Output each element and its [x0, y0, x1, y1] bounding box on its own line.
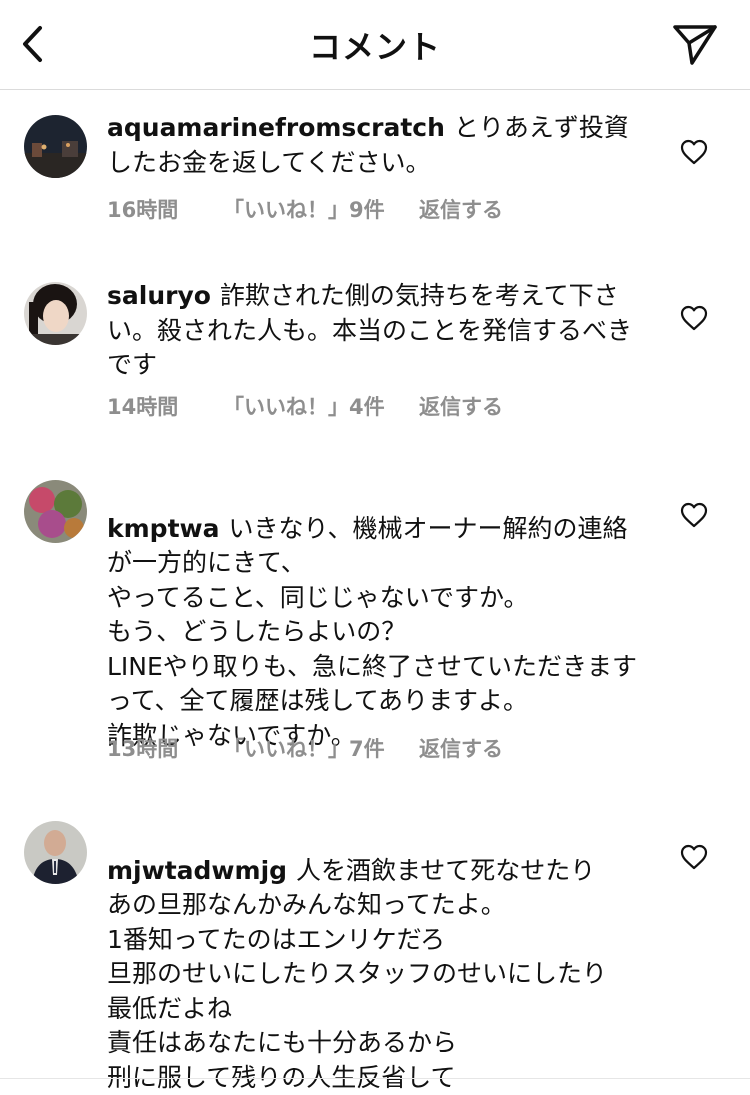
avatar[interactable] — [24, 480, 87, 543]
comment-time: 16時間 — [107, 198, 179, 222]
like-button[interactable] — [676, 135, 712, 169]
comment-username[interactable]: mjwtadwmjg — [107, 856, 287, 885]
comment-time: 13時間 — [107, 737, 179, 761]
share-button[interactable] — [668, 20, 722, 70]
reply-button[interactable]: 返信する — [419, 391, 503, 421]
like-button[interactable] — [676, 498, 712, 532]
heart-icon — [680, 502, 708, 528]
avatar[interactable] — [24, 821, 87, 884]
chevron-left-icon — [23, 26, 42, 62]
reply-button[interactable]: 返信する — [419, 733, 503, 763]
comment-body: saluryo 詐欺された側の気持ちを考えて下さい。殺された人も。本当のことを発信… — [107, 279, 647, 383]
heart-icon — [680, 844, 708, 870]
comment-meta: 14時間 「いいね！」4件 返信する — [107, 391, 503, 421]
comment-body: kmptwa いきなり、機械オーナー解約の連絡が一方的にきて、 やってること、同じ… — [107, 477, 647, 753]
comment-text: 人を酒飲ませて死なせたり あの旦那なんかみんな知ってたよ。 1番知ってたのはエン… — [107, 855, 608, 1092]
comment-time: 14時間 — [107, 395, 179, 419]
header-bar: コメント — [0, 0, 750, 90]
like-button[interactable] — [676, 301, 712, 335]
comment-username[interactable]: kmptwa — [107, 514, 220, 543]
comment-likes[interactable]: 「いいね！」7件 — [223, 733, 419, 763]
comment-likes[interactable]: 「いいね！」9件 — [223, 194, 419, 224]
comment-username[interactable]: aquamarinefromscratch — [107, 113, 445, 142]
comment-likes[interactable]: 「いいね！」4件 — [223, 391, 419, 421]
comment-body: mjwtadwmjg 人を酒飲ませて死なせたり あの旦那なんかみんな知ってたよ。 … — [107, 819, 647, 1095]
reply-button[interactable]: 返信する — [419, 194, 503, 224]
comment-username[interactable]: saluryo — [107, 281, 211, 310]
comment-meta: 13時間 「いいね！」7件 返信する — [107, 733, 503, 763]
heart-icon — [680, 139, 708, 165]
page-title: コメント — [308, 28, 441, 66]
paper-plane-icon — [673, 25, 717, 65]
back-button[interactable] — [14, 22, 50, 66]
avatar[interactable] — [24, 115, 87, 178]
heart-icon — [680, 305, 708, 331]
avatar[interactable] — [24, 282, 87, 345]
like-button[interactable] — [676, 840, 712, 874]
comment-meta: 16時間 「いいね！」9件 返信する — [107, 194, 503, 224]
comment-body: aquamarinefromscratch とりあえず投資したお金を返してください… — [107, 111, 647, 180]
divider — [0, 1078, 750, 1079]
comment-text: いきなり、機械オーナー解約の連絡が一方的にきて、 やってること、同じじゃないです… — [107, 513, 638, 750]
